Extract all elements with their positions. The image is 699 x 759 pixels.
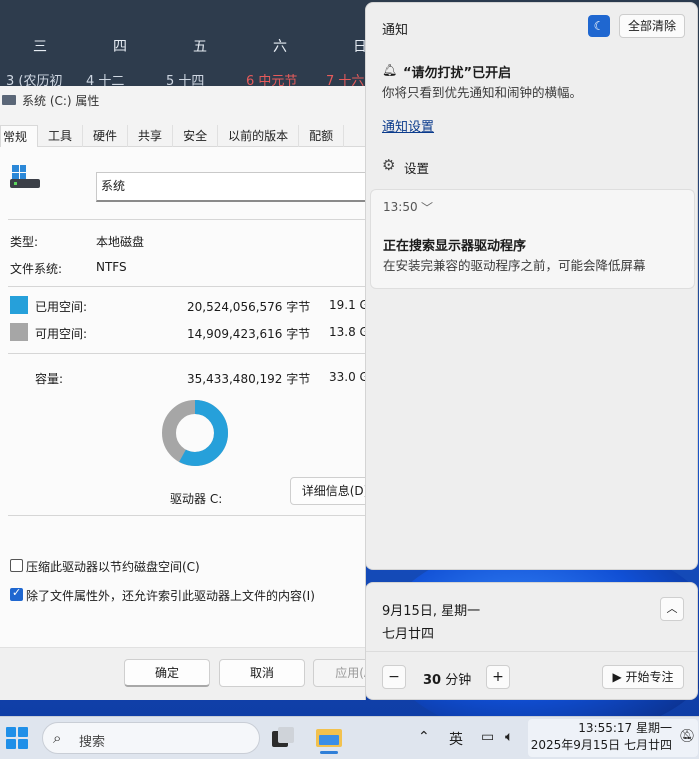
index-checkbox[interactable] — [10, 586, 23, 601]
general-tab-panel: 系统 类型: 本地磁盘 文件系统: NTFS 已用空间: 20,524,056,… — [0, 147, 365, 647]
notification-settings-link[interactable]: 通知设置 — [382, 116, 434, 135]
type-label: 类型: — [10, 235, 39, 249]
calendar-weekday: 五 — [193, 39, 207, 55]
used-space-swatch — [10, 296, 28, 314]
filesystem-label: 文件系统: — [10, 262, 63, 276]
decrease-minutes-button[interactable]: − — [382, 665, 406, 689]
speaker-icon[interactable]: 🔈︎ — [505, 729, 513, 745]
notification-card[interactable]: 13:50 ﹀ 正在搜索显示器驱动程序 在安装完兼容的驱动程序之前，可能会降低屏… — [370, 189, 695, 289]
calendar-flyout: 9月15日, 星期一 七月廿四 ︿ − 30 分钟 + ▶ 开始专注 — [365, 582, 698, 700]
used-space-label: 已用空间: — [35, 300, 88, 314]
window-title: 系统 (C:) 属性 — [22, 93, 100, 108]
start-focus-button[interactable]: ▶ 开始专注 — [602, 665, 684, 689]
tab-sharing[interactable]: 共享 — [128, 125, 174, 147]
tab-quota[interactable]: 配额 — [299, 125, 345, 147]
cancel-button[interactable]: 取消 — [219, 659, 305, 687]
details-button[interactable]: 详细信息(D) — [290, 477, 365, 505]
index-label[interactable]: 除了文件属性外，还允许索引此驱动器上文件的内容(I) — [26, 587, 315, 604]
focus-bar: − 30 分钟 + ▶ 开始专注 — [366, 651, 697, 699]
capacity-label: 容量: — [35, 372, 64, 386]
divider — [8, 353, 365, 354]
taskbar-date: 2025年9月15日 七月廿四 — [530, 738, 672, 752]
bell-snooze-icon: 🔔︎ — [382, 63, 398, 77]
disk-usage-donut — [162, 400, 228, 466]
notification-bell-icon[interactable]: 🔕︎ — [679, 729, 696, 744]
drive-letter-label: 驱动器 C: — [170, 492, 223, 506]
tab-hardware[interactable]: 硬件 — [83, 125, 129, 147]
tab-security[interactable]: 安全 — [173, 125, 219, 147]
tab-previous-versions[interactable]: 以前的版本 — [218, 125, 300, 147]
divider — [8, 219, 365, 220]
notification-time: 13:50 — [383, 200, 418, 214]
calendar-weekday: 六 — [273, 39, 287, 55]
chevron-up-tray-icon[interactable]: ⌃ — [418, 729, 430, 745]
tab-tools[interactable]: 工具 — [38, 125, 84, 147]
gear-icon[interactable]: ⚙ — [382, 157, 398, 173]
compress-checkbox[interactable] — [10, 559, 23, 572]
taskbar: ⌕ 搜索 ⌃ 英 ▭ 🔈︎ 13:55:17 星期一 2025年9月15日 七月… — [0, 716, 699, 759]
calendar-weekday: 三 — [33, 39, 47, 55]
used-space-bytes: 20,524,056,576 字节 — [187, 300, 311, 314]
notifications-title: 通知 — [382, 23, 409, 38]
taskbar-clock[interactable]: 13:55:17 星期一 2025年9月15日 七月廿四 — [530, 720, 672, 754]
network-icon[interactable]: ▭ — [481, 729, 494, 745]
settings-app-label[interactable]: 设置 — [404, 158, 429, 177]
filesystem-value: NTFS — [96, 260, 127, 274]
ime-indicator[interactable]: 英 — [449, 729, 463, 749]
drive-properties-window: 系统 (C:) 属性 常规 工具 硬件 共享 安全 以前的版本 配额 系统 类型… — [0, 86, 366, 700]
dnd-heading: “请勿打扰”已开启 — [403, 66, 512, 81]
tab-general[interactable]: 常规 — [0, 125, 39, 147]
window-titlebar[interactable]: 系统 (C:) 属性 — [0, 86, 365, 114]
clear-all-button[interactable]: 全部清除 — [619, 14, 685, 38]
search-placeholder: 搜索 — [79, 735, 106, 750]
drive-title-icon — [2, 95, 16, 105]
dnd-subtext: 你将只看到优先通知和闹钟的横幅。 — [382, 85, 583, 100]
divider — [8, 515, 365, 516]
free-space-swatch — [10, 323, 28, 341]
type-value: 本地磁盘 — [96, 235, 145, 249]
focus-minutes-unit: 分钟 — [445, 673, 472, 688]
divider — [8, 286, 365, 287]
calendar-weekday: 四 — [113, 39, 127, 55]
free-space-label: 可用空间: — [35, 327, 88, 341]
capacity-gb: 33.0 GB — [329, 370, 365, 384]
file-explorer-icon[interactable] — [316, 725, 342, 754]
start-button[interactable] — [6, 727, 28, 749]
capacity-bytes: 35,433,480,192 字节 — [187, 372, 311, 386]
focus-duration: 30 分钟 — [423, 669, 471, 688]
apply-button[interactable]: 应用(A) — [313, 659, 365, 687]
increase-minutes-button[interactable]: + — [486, 665, 510, 689]
dialog-footer: 确定 取消 应用(A) — [0, 647, 365, 700]
flyout-date: 9月15日, 星期一 — [382, 604, 481, 619]
notification-center: 通知 ☾ 全部清除 🔔︎ “请勿打扰”已开启 你将只看到优先通知和闹钟的横幅。 … — [365, 2, 698, 570]
compress-label[interactable]: 压缩此驱动器以节约磁盘空间(C) — [26, 558, 200, 575]
background-calendar: 三四五六日 3 (农历初八)4 十二5 十四6 中元节7 十六 — [0, 0, 400, 88]
free-space-gb: 13.8 GB — [329, 325, 365, 339]
notification-body: 在安装完兼容的驱动程序之前，可能会降低屏幕 — [383, 258, 646, 273]
search-icon: ⌕ — [53, 729, 62, 747]
drive-name-input[interactable]: 系统 — [96, 172, 365, 202]
notification-title: 正在搜索显示器驱动程序 — [383, 239, 527, 254]
bell-z-icon: ☾ — [593, 19, 605, 33]
task-view-icon[interactable] — [272, 727, 296, 749]
chevron-down-icon[interactable]: ﹀ — [421, 199, 433, 216]
drive-icon — [10, 165, 42, 193]
used-space-gb: 19.1 GB — [329, 298, 365, 312]
taskbar-time: 13:55:17 星期一 — [578, 721, 672, 735]
focus-minutes-value: 30 — [423, 673, 442, 688]
tab-strip: 常规 工具 硬件 共享 安全 以前的版本 配额 — [0, 125, 365, 147]
taskbar-search-box[interactable]: ⌕ 搜索 — [42, 722, 260, 754]
chevron-up-icon[interactable]: ︿ — [660, 597, 684, 621]
free-space-bytes: 14,909,423,616 字节 — [187, 327, 311, 341]
flyout-lunar-date: 七月廿四 — [382, 627, 435, 642]
do-not-disturb-toggle[interactable]: ☾ — [588, 15, 610, 37]
ok-button[interactable]: 确定 — [124, 659, 210, 687]
